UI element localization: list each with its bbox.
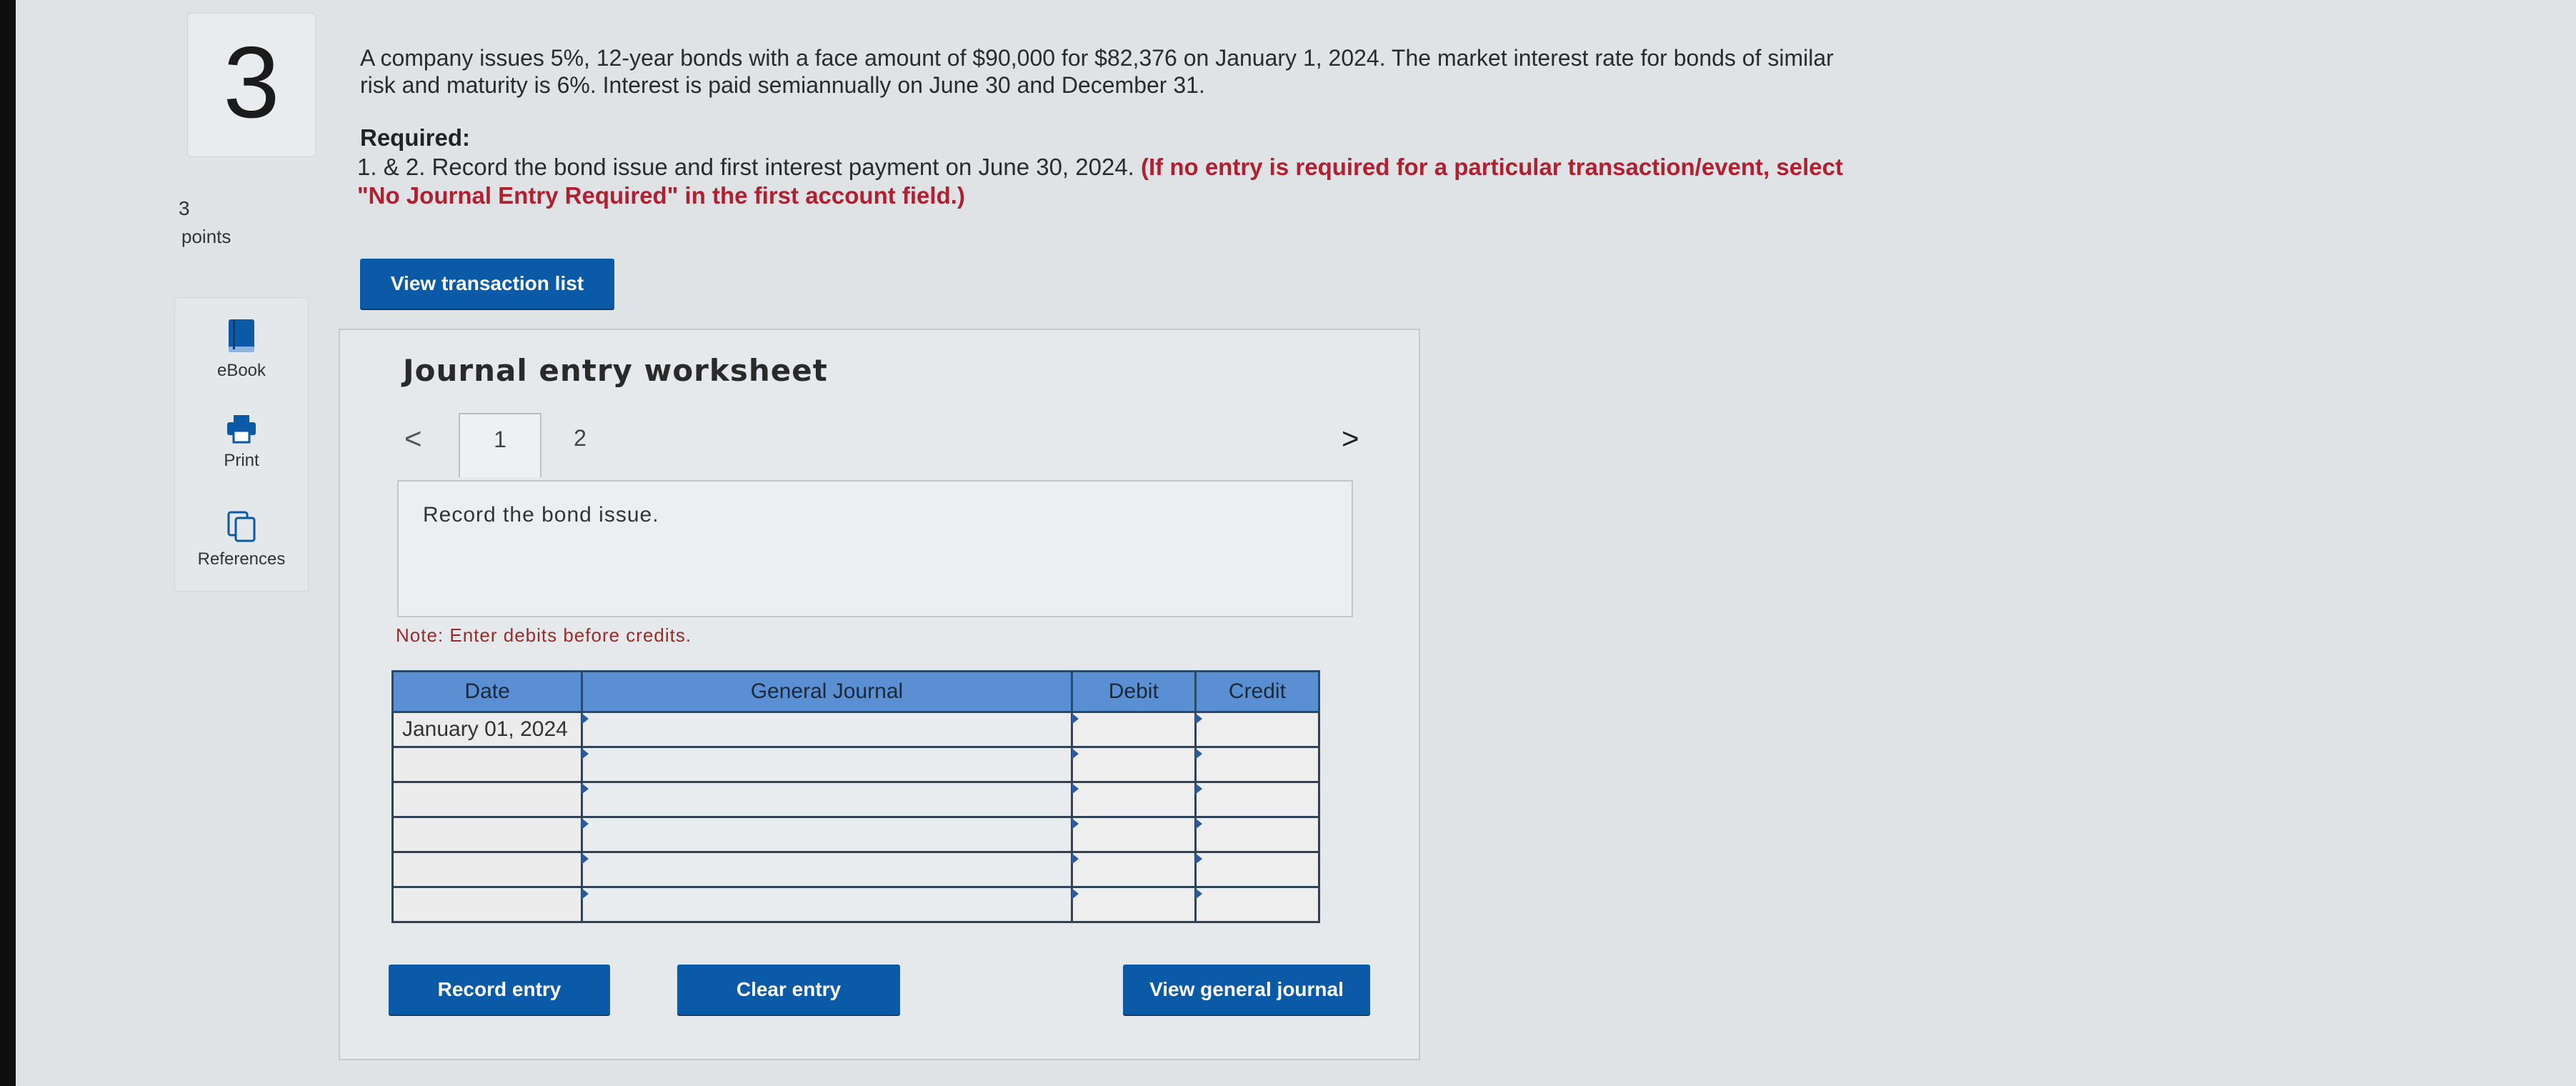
view-transaction-list-button[interactable]: View transaction list xyxy=(360,259,614,309)
journal-header-row: Date General Journal Debit Credit xyxy=(391,670,1321,713)
ebook-label: eBook xyxy=(216,361,266,380)
tab-1[interactable]: 1 xyxy=(459,413,541,477)
date-column-header: Date xyxy=(391,670,584,713)
account-field[interactable] xyxy=(581,746,1073,783)
ebook-button[interactable]: eBook xyxy=(175,318,308,381)
journal-table: Date General Journal Debit Credit Januar… xyxy=(391,670,1321,923)
print-label: Print xyxy=(224,451,259,470)
date-cell[interactable] xyxy=(391,781,584,818)
table-row xyxy=(391,816,1321,853)
printer-icon xyxy=(227,415,256,444)
account-field[interactable] xyxy=(581,781,1073,818)
debit-field[interactable] xyxy=(1070,781,1197,818)
date-cell[interactable] xyxy=(391,886,584,923)
book-icon xyxy=(229,319,254,352)
copy-icon xyxy=(227,511,256,542)
side-tools-panel: eBook Print References xyxy=(174,297,309,592)
table-row xyxy=(391,746,1321,783)
entry-note: Note: Enter debits before credits. xyxy=(396,624,692,646)
record-entry-button[interactable]: Record entry xyxy=(389,965,610,1015)
debit-field[interactable] xyxy=(1070,816,1197,853)
date-cell[interactable] xyxy=(391,851,584,888)
account-field[interactable] xyxy=(581,711,1073,748)
table-row xyxy=(391,851,1321,888)
credit-field[interactable] xyxy=(1194,746,1321,783)
credit-column-header: Credit xyxy=(1194,670,1321,713)
references-label: References xyxy=(197,549,286,569)
question-number-box: 3 xyxy=(187,13,316,157)
account-field[interactable] xyxy=(581,851,1073,888)
debit-field[interactable] xyxy=(1070,746,1197,783)
points-label: points xyxy=(181,226,231,247)
credit-field[interactable] xyxy=(1194,711,1321,748)
date-cell[interactable]: January 01, 2024 xyxy=(391,711,584,748)
debit-field[interactable] xyxy=(1070,886,1197,923)
debit-field[interactable] xyxy=(1070,711,1197,748)
instruction-text: Record the bond issue. xyxy=(423,503,659,527)
clear-entry-button[interactable]: Clear entry xyxy=(677,965,900,1015)
general-journal-column-header: General Journal xyxy=(581,670,1073,713)
question-number: 3 xyxy=(223,26,280,139)
references-button[interactable]: References xyxy=(175,509,308,569)
required-instructions: 1. & 2. Record the bond issue and first … xyxy=(357,153,1872,210)
tab-2[interactable]: 2 xyxy=(540,413,620,476)
required-label: Required: xyxy=(360,124,471,151)
account-field[interactable] xyxy=(581,886,1073,923)
table-row: January 01, 2024 xyxy=(391,711,1321,748)
debit-column-header: Debit xyxy=(1070,670,1197,713)
question-text: A company issues 5%, 12-year bonds with … xyxy=(360,45,1834,98)
debit-field[interactable] xyxy=(1070,851,1197,888)
account-field[interactable] xyxy=(581,816,1073,853)
date-cell[interactable] xyxy=(391,816,584,853)
previous-arrow-icon[interactable]: < xyxy=(404,422,422,456)
print-button[interactable]: Print xyxy=(175,414,308,471)
table-row xyxy=(391,781,1321,818)
date-cell[interactable] xyxy=(391,746,584,783)
credit-field[interactable] xyxy=(1194,886,1321,923)
next-arrow-icon[interactable]: > xyxy=(1342,422,1359,456)
credit-field[interactable] xyxy=(1194,851,1321,888)
instruction-box: Record the bond issue. xyxy=(397,480,1353,617)
credit-field[interactable] xyxy=(1194,816,1321,853)
view-general-journal-button[interactable]: View general journal xyxy=(1123,965,1370,1015)
worksheet-title: Journal entry worksheet xyxy=(403,353,828,388)
required-text: 1. & 2. Record the bond issue and first … xyxy=(357,154,1134,180)
credit-field[interactable] xyxy=(1194,781,1321,818)
table-row xyxy=(391,886,1321,923)
left-edge-strip xyxy=(0,0,16,1086)
points-value: 3 xyxy=(179,197,190,219)
